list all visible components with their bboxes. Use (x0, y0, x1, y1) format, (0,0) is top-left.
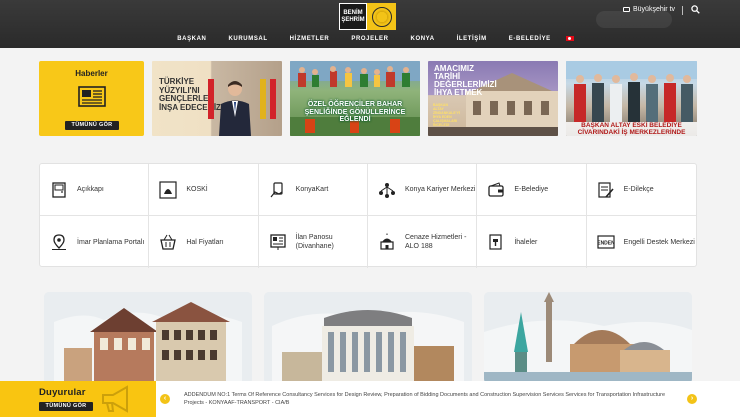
municipality-seal (367, 3, 396, 30)
flag-decoration (270, 79, 276, 119)
service-e-dilekce[interactable]: E-Dilekçe (586, 164, 696, 216)
people-network-icon (379, 182, 395, 198)
service-label: İmar Planlama Portalı (77, 238, 145, 246)
mayor-photo (219, 81, 251, 136)
header-divider (682, 6, 683, 15)
service-label: Engelli Destek Merkezi (623, 238, 695, 246)
enden-logo-icon: ENDEN (597, 235, 615, 249)
hand-card-icon (270, 181, 283, 197)
mevlana-mosque-illustration (484, 292, 692, 384)
service-e-belediye[interactable]: E-Belediye (477, 164, 587, 216)
flag-decoration (260, 79, 266, 119)
main-navigation: BAŞKAN KURUMSAL HİZMETLER PROJELER KONYA… (0, 33, 740, 45)
next-arrow-icon[interactable]: › (687, 394, 697, 404)
newspaper-icon (78, 86, 106, 107)
historic-mansion-illustration (44, 292, 252, 384)
document-pen-icon (598, 181, 614, 198)
service-konyakart[interactable]: KonyaKart (258, 164, 368, 216)
service-ilan-panosu[interactable]: İlan Panosu (Divanhane) (259, 216, 368, 268)
announcements-header: Duyurular TÜMÜNÜ GÖR (0, 381, 150, 417)
gavel-doc-icon (489, 234, 502, 250)
flag-decoration (208, 79, 214, 119)
news-item-2[interactable]: ÖZEL ÖĞRENCİLER BAHAR ŞENLİĞİNDE GÖNÜLLE… (290, 61, 420, 136)
tv-label: Büyükşehir tv (633, 6, 676, 13)
service-koski[interactable]: KOSKİ (149, 164, 259, 216)
service-imar-planlama[interactable]: İmar Planlama Portalı (40, 216, 150, 268)
service-label: İhaleler (514, 238, 538, 246)
announcement-text[interactable]: ADDENDUM NO:1 Terms Of Reference Consult… (184, 391, 680, 407)
notice-board-icon (270, 234, 286, 250)
news-view-all-button[interactable]: TÜMÜNÜ GÖR (65, 121, 119, 130)
services-grid: Açıkkapı KOSKİ KonyaKart Konya Kariyer M… (39, 163, 697, 268)
wallet-icon (488, 181, 504, 197)
landmark-card-government[interactable] (264, 292, 472, 384)
service-acikkapi[interactable]: Açıkkapı (40, 164, 150, 216)
nav-baskan[interactable]: BAŞKAN (166, 33, 217, 45)
crowd-photo (290, 61, 420, 136)
mosque-icon (380, 233, 394, 250)
nav-iletisim[interactable]: İLETİŞİM (446, 33, 498, 45)
landmark-card-mosque[interactable] (484, 292, 692, 384)
language-flag-icon[interactable] (565, 36, 574, 41)
service-label: KonyaKart (295, 186, 329, 193)
news-title: Haberler (75, 69, 108, 78)
service-label: E-Belediye (514, 186, 549, 193)
landmark-card-mansion[interactable] (44, 292, 252, 384)
tv-icon (623, 7, 630, 12)
service-label: Hal Fiyatları (186, 238, 224, 246)
megaphone-icon (102, 385, 128, 413)
news-item-3-subcaption: BAŞKAN ALTAY ZİNDANKALE'Yİ İHYA EDEN ÇAL… (433, 103, 460, 127)
news-item-3-caption: AMACIMIZ TARİHİ DEĞERLERİMİZİ İHYA ETMEK (434, 64, 497, 97)
service-label: Açıkkapı (77, 186, 104, 193)
nav-e-belediye[interactable]: E-BELEDİYE (498, 33, 562, 45)
announcements-bar: Duyurular TÜMÜNÜ GÖR ‹ ADDENDUM NO:1 Ter… (0, 381, 740, 417)
news-item-1[interactable]: TÜRKİYE YÜZYILI'NI GENÇLERLE İNŞA EDECEĞ… (152, 61, 282, 136)
news-card: Haberler TÜMÜNÜ GÖR (39, 61, 144, 136)
announcements-view-all-button[interactable]: TÜMÜNÜ GÖR (39, 402, 93, 411)
news-item-4-caption: BAŞKAN ALTAY ESKİ BELEDİYE CİVARINDAKİ İ… (566, 122, 697, 136)
nav-kurumsal[interactable]: KURUMSAL (217, 33, 278, 45)
service-label: İlan Panosu (Divanhane) (295, 234, 334, 250)
tv-link[interactable]: Büyükşehir tv (623, 6, 675, 13)
announcements-title: Duyurular (39, 387, 86, 398)
basket-icon (160, 234, 177, 250)
search-icon[interactable] (691, 5, 700, 14)
koski-logo-icon (159, 180, 177, 199)
service-ihaleler[interactable]: İhaleler (477, 216, 587, 268)
service-label: KOSKİ (186, 186, 208, 193)
previous-arrow-icon[interactable]: ‹ (160, 394, 170, 404)
nav-hizmetler[interactable]: HİZMETLER (279, 33, 341, 45)
top-header: BENİM ŞEHRİM Büyükşehir tv BAŞKAN KURUMS… (0, 0, 740, 48)
news-item-3[interactable]: AMACIMIZ TARİHİ DEĞERLERİMİZİ İHYA ETMEK… (428, 61, 558, 136)
nav-projeler[interactable]: PROJELER (340, 33, 399, 45)
news-item-4[interactable]: BAŞKAN ALTAY ESKİ BELEDİYE CİVARINDAKİ İ… (566, 61, 697, 136)
service-engelli-destek[interactable]: ENDEN Engelli Destek Merkezi (587, 216, 696, 268)
nav-konya[interactable]: KONYA (400, 33, 446, 45)
site-logo[interactable]: BENİM ŞEHRİM (339, 3, 397, 30)
map-pin-icon (52, 234, 66, 250)
service-label: Cenaze Hizmetleri - ALO 188 (405, 234, 467, 250)
service-konya-kariyer[interactable]: Konya Kariyer Merkezi (368, 164, 478, 216)
service-hal-fiyatlari[interactable]: Hal Fiyatları (149, 216, 259, 268)
service-label: Konya Kariyer Merkezi (405, 186, 476, 193)
search-bar-background (596, 11, 672, 28)
government-building-illustration (264, 292, 472, 384)
svg-text:ENDEN: ENDEN (597, 241, 615, 247)
service-label: E-Dilekçe (623, 186, 654, 193)
news-item-2-caption: ÖZEL ÖĞRENCİLER BAHAR ŞENLİĞİNDE GÖNÜLLE… (304, 101, 406, 123)
service-cenaze-hizmetleri[interactable]: Cenaze Hizmetleri - ALO 188 (368, 216, 478, 268)
door-icon (52, 181, 66, 198)
benim-sehrim-logo: BENİM ŞEHRİM (339, 3, 367, 30)
